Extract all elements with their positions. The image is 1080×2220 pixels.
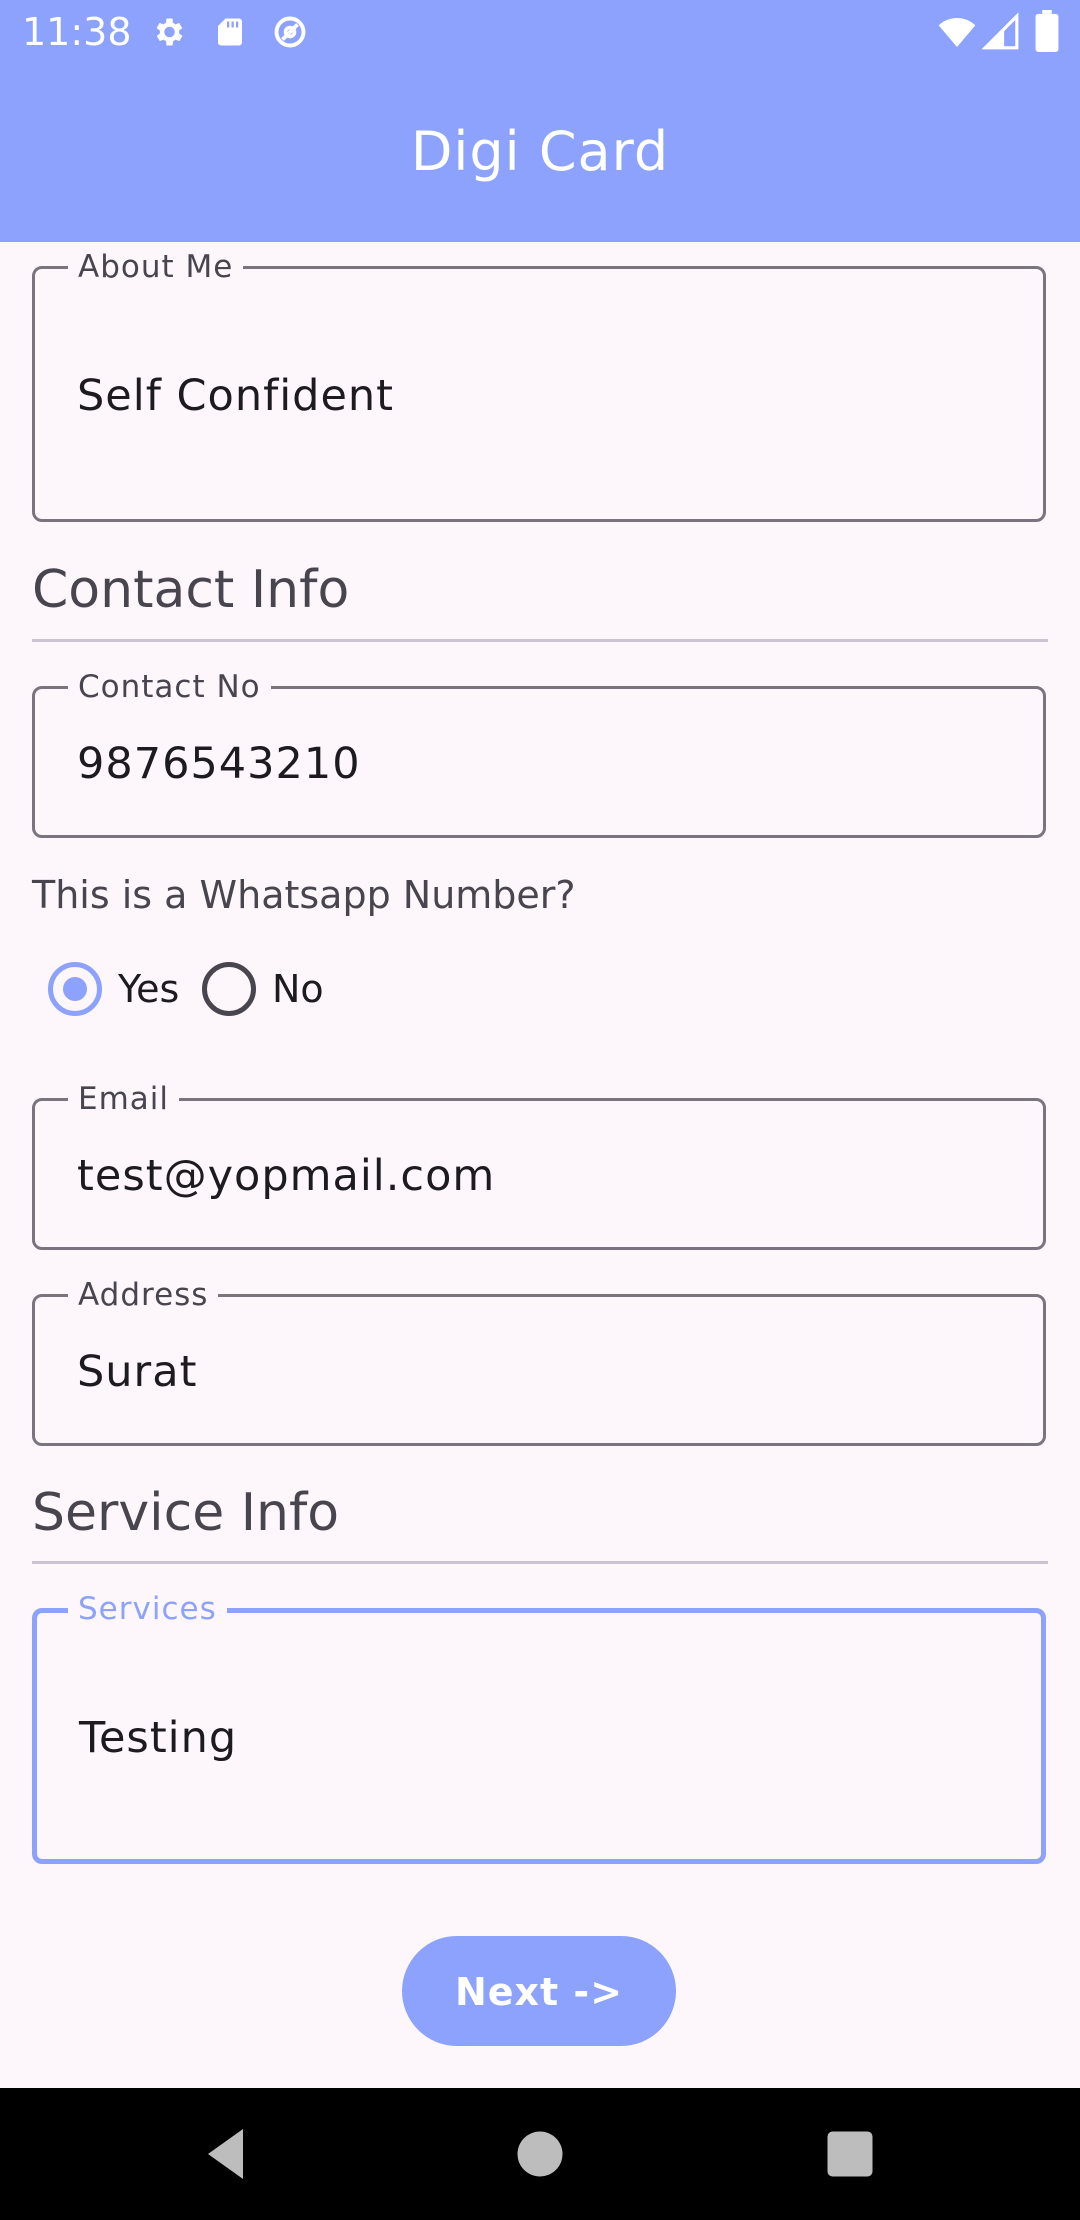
address-value: Surat — [77, 1347, 198, 1397]
services-label: Services — [68, 1589, 227, 1629]
home-icon[interactable] — [510, 2124, 570, 2184]
at-sign-icon — [274, 16, 306, 48]
service-info-divider — [32, 1561, 1048, 1564]
email-value: test@yopmail.com — [77, 1151, 496, 1201]
services-field[interactable]: Services Testing — [32, 1589, 1046, 1864]
status-time: 11:38 — [22, 10, 132, 54]
recents-icon[interactable] — [820, 2124, 880, 2184]
contact-no-label: Contact No — [68, 667, 271, 707]
whatsapp-no-radio[interactable] — [202, 962, 256, 1016]
email-field[interactable]: Email test@yopmail.com — [32, 1079, 1046, 1250]
status-bar: 11:38 — [0, 0, 1080, 64]
whatsapp-no-label[interactable]: No — [272, 966, 324, 1012]
contact-info-heading: Contact Info — [32, 560, 350, 620]
contact-info-divider — [32, 639, 1048, 642]
whatsapp-yes-label[interactable]: Yes — [118, 966, 179, 1012]
address-field[interactable]: Address Surat — [32, 1275, 1046, 1446]
service-info-heading: Service Info — [32, 1483, 340, 1543]
navigation-bar — [0, 2088, 1080, 2220]
contact-no-field[interactable]: Contact No 9876543210 — [32, 667, 1046, 838]
whatsapp-yes-radio[interactable] — [48, 962, 102, 1016]
signal-icon — [982, 12, 1019, 50]
whatsapp-question: This is a Whatsapp Number? — [32, 873, 576, 917]
next-button[interactable]: Next -> — [402, 1936, 676, 2046]
radio-selected-dot — [63, 977, 87, 1001]
back-icon[interactable] — [198, 2124, 258, 2184]
app-bar: Digi Card — [0, 64, 1080, 242]
sd-card-icon — [218, 18, 242, 46]
gear-icon — [156, 18, 183, 46]
email-label: Email — [68, 1079, 180, 1119]
about-me-value: Self Confident — [77, 371, 395, 421]
battery-icon — [1035, 10, 1059, 52]
about-me-field[interactable]: About Me Self Confident — [32, 247, 1046, 522]
wifi-icon — [938, 18, 976, 47]
app-title: Digi Card — [410, 120, 670, 183]
address-label: Address — [68, 1275, 219, 1315]
about-me-label: About Me — [68, 247, 244, 287]
contact-no-value: 9876543210 — [77, 739, 361, 789]
services-value: Testing — [79, 1713, 238, 1763]
